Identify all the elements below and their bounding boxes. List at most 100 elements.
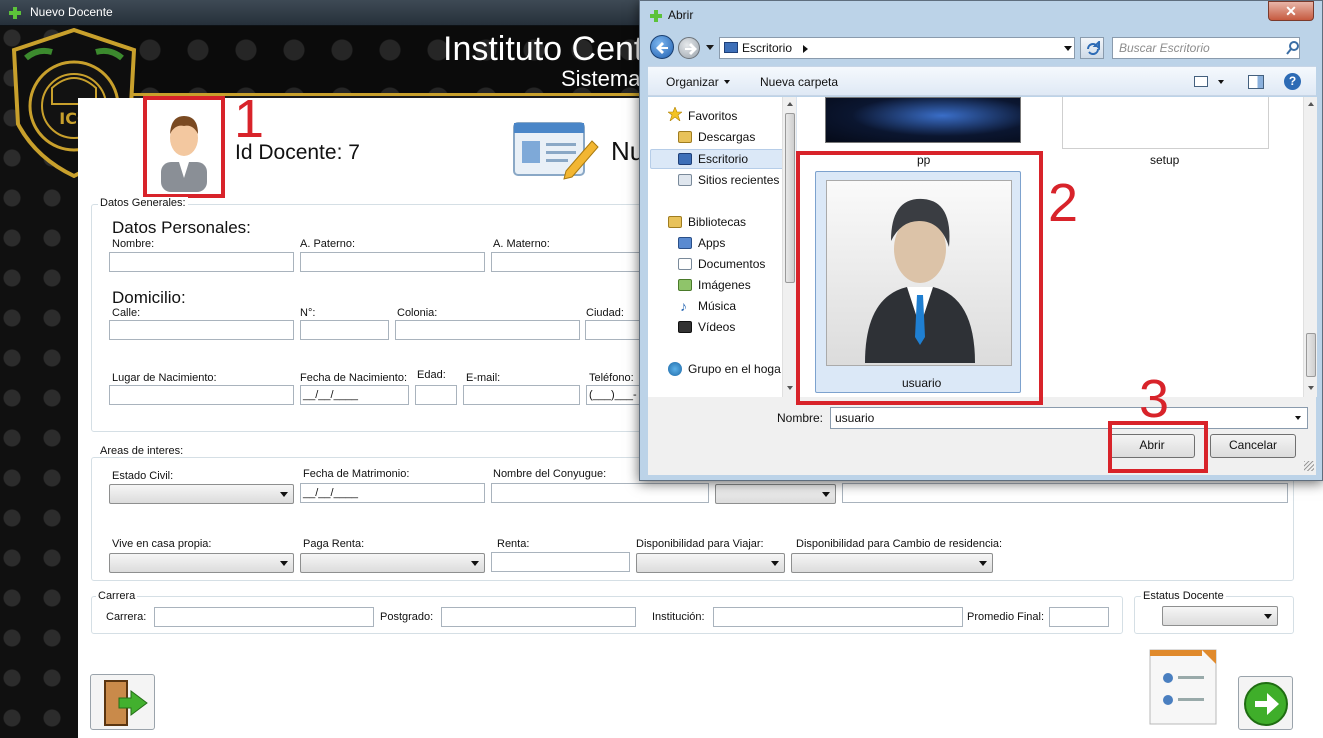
institucion-input[interactable] [713, 607, 963, 627]
preview-pane-icon[interactable] [1248, 75, 1264, 89]
calle-input[interactable] [109, 320, 294, 340]
resize-grip-icon[interactable] [1304, 461, 1314, 471]
address-bar[interactable]: Escritorio [719, 37, 1075, 59]
calle-label: Calle: [112, 307, 141, 319]
nav-escritorio[interactable]: Escritorio [698, 152, 748, 166]
chevron-down-icon [771, 561, 779, 566]
disp-cambio-select[interactable] [791, 553, 993, 573]
next-button[interactable] [1238, 676, 1293, 730]
fecha-matrimonio-input[interactable]: __/__/____ [300, 483, 485, 503]
nombre-conyugue-input[interactable] [491, 483, 709, 503]
exit-door-icon [104, 680, 148, 726]
a-materno-input[interactable] [491, 252, 641, 272]
nav-favoritos[interactable]: Favoritos [688, 109, 737, 123]
chevron-down-icon [822, 492, 830, 497]
promedio-final-input[interactable] [1049, 607, 1109, 627]
conyugue-extra-select[interactable] [715, 484, 836, 504]
nueva-carpeta-button[interactable]: Nueva carpeta [760, 75, 838, 89]
nav-documentos[interactable]: Documentos [698, 257, 765, 271]
email-input[interactable] [463, 385, 580, 405]
address-dropdown-icon[interactable] [1064, 46, 1072, 51]
close-icon: ✕ [1285, 3, 1297, 19]
estatus-docente-select[interactable] [1162, 606, 1278, 626]
forward-button[interactable] [678, 37, 700, 59]
nav-scroll-thumb[interactable] [785, 113, 795, 283]
fecha-nacimiento-input[interactable]: __/__/____ [300, 385, 409, 405]
filename-dropdown-icon[interactable] [1295, 416, 1301, 420]
carrera-input[interactable] [154, 607, 374, 627]
nav-grupo-hogar[interactable]: Grupo en el hoga [688, 362, 781, 376]
history-dropdown-icon[interactable] [706, 45, 714, 50]
view-options-icon[interactable] [1194, 76, 1208, 87]
files-scrollbar[interactable] [1303, 97, 1317, 397]
desktop-nav-icon [678, 153, 692, 165]
paga-renta-select[interactable] [300, 553, 485, 573]
id-card-edit-icon [513, 122, 599, 180]
paga-renta-label: Paga Renta: [303, 538, 365, 550]
nombre-label: Nombre: [777, 411, 824, 425]
chevron-down-icon [280, 492, 288, 497]
numero-input[interactable] [300, 320, 389, 340]
desktop-icon [724, 42, 738, 53]
exit-button[interactable] [90, 674, 155, 730]
nav-imagenes[interactable]: Imágenes [698, 278, 751, 292]
annotation-number-2: 2 [1048, 173, 1079, 233]
main-window-title: Nuevo Docente [30, 5, 113, 19]
nav-bibliotecas[interactable]: Bibliotecas [688, 215, 746, 229]
teacher-photo-box[interactable] [143, 96, 225, 198]
star-icon [668, 107, 682, 121]
refresh-button[interactable] [1080, 37, 1104, 59]
colonia-input[interactable] [395, 320, 580, 340]
chevron-down-icon [280, 561, 288, 566]
dialog-bottom-area: Nombre: usuario Abrir Cancelar [648, 397, 1316, 475]
arrow-right-icon [685, 43, 697, 55]
view-chevron-icon[interactable] [1218, 80, 1224, 84]
ciudad-label: Ciudad: [586, 307, 624, 319]
datos-personales-heading: Datos Personales: [112, 218, 251, 237]
help-icon[interactable]: ? [1284, 73, 1301, 90]
pp-thumbnail[interactable] [825, 97, 1021, 143]
file-setup-label[interactable]: setup [1150, 153, 1179, 167]
lugar-nacimiento-input[interactable] [109, 385, 294, 405]
a-paterno-input[interactable] [300, 252, 485, 272]
nombre-input[interactable] [109, 252, 294, 272]
annotation-number-1: 1 [234, 89, 265, 149]
conyugue-extra-input[interactable] [842, 483, 1288, 503]
nav-apps[interactable]: Apps [698, 236, 725, 250]
setup-thumbnail[interactable] [1062, 97, 1269, 149]
file-name-input[interactable]: usuario [830, 407, 1308, 429]
ciudad-input[interactable] [585, 320, 641, 340]
carrera-label: Carrera: [106, 611, 147, 623]
nombre-label: Nombre: [112, 238, 155, 250]
edad-input[interactable] [415, 385, 457, 405]
file-name-value: usuario [835, 411, 875, 425]
vive-casa-propia-select[interactable] [109, 553, 294, 573]
files-scroll-thumb[interactable] [1306, 333, 1316, 377]
fecha-matrimonio-label: Fecha de Matrimonio: [303, 468, 410, 480]
promedio-final-label: Promedio Final: [967, 611, 1045, 623]
close-button[interactable]: ✕ [1268, 1, 1314, 21]
nav-sitios-recientes[interactable]: Sitios recientes [698, 173, 779, 187]
search-input[interactable]: Buscar Escritorio [1112, 37, 1300, 59]
disp-viajar-select[interactable] [636, 553, 785, 573]
address-text: Escritorio [742, 41, 793, 55]
postgrado-input[interactable] [441, 607, 636, 627]
domicilio-heading: Domicilio: [112, 288, 186, 307]
nav-descargas[interactable]: Descargas [698, 130, 755, 144]
report-document-icon [1149, 649, 1217, 725]
nav-musica[interactable]: Música [698, 299, 736, 313]
annotation-box-2 [796, 151, 1043, 405]
telefono-input[interactable]: (___)___- [586, 385, 641, 405]
videos-icon [678, 321, 692, 333]
back-button[interactable] [650, 35, 674, 59]
renta-input[interactable] [491, 552, 630, 572]
organizar-menu[interactable]: Organizar [666, 75, 719, 89]
estado-civil-select[interactable] [109, 484, 294, 504]
homegroup-icon [668, 362, 682, 376]
estatus-docente-label: Estatus Docente [1141, 590, 1226, 602]
cancelar-button[interactable]: Cancelar [1210, 434, 1296, 458]
fecha-nacimiento-label: Fecha de Nacimiento: [300, 372, 407, 384]
user-photo-icon [161, 116, 207, 192]
nav-videos[interactable]: Vídeos [698, 320, 735, 334]
nav-scrollbar[interactable] [782, 97, 796, 397]
